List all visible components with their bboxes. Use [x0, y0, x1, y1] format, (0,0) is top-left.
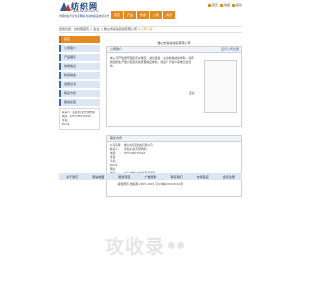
nav-tab-company[interactable]: 公司: [150, 11, 163, 19]
sidebar-item-contact[interactable]: 联系方式: [59, 90, 100, 97]
contact-header-label: 联系方式: [110, 136, 123, 140]
sidebar-contact-box: 联系人：某先生(业务部经理) 电话：0757-8877XXXX 传真： Emai…: [59, 108, 100, 130]
footer-link-register[interactable]: 会员注册: [223, 175, 235, 179]
logo-url: www.tianzhi.com.cn: [73, 10, 99, 13]
nav-tab-supply[interactable]: 供求: [137, 11, 150, 19]
footer-link-sitemap[interactable]: 网站地图: [92, 175, 104, 179]
footer-link-about[interactable]: 关于我们: [66, 175, 78, 179]
logo-slogan: 中国纺织行业专业网站 各种纺织品交易平台: [59, 15, 110, 18]
page-frame: 纺织网 www.tianzhi.com.cn 中国纺织行业专业网站 各种纺织品交…: [59, 0, 242, 197]
sidebar-item-supply[interactable]: 供求信息: [59, 63, 100, 70]
intro-more-link[interactable]: 更多: [189, 91, 195, 95]
company-photo: [204, 60, 237, 113]
watermark-dots-icon: [168, 242, 185, 249]
contact-panel: 联系方式 公司名称： 佛山市某某纺织有限公司 联系人： 某先生(业务部经理) 电话：…: [106, 135, 242, 197]
contact-header: 联系方式: [107, 136, 241, 142]
top-links: 首页 收藏 联系: [207, 3, 242, 7]
top-link-contact[interactable]: 联系: [231, 3, 242, 7]
sidebar-item-certificates[interactable]: 资质证书: [59, 81, 100, 88]
sidebar-item-news[interactable]: 新闻动态: [59, 72, 100, 79]
intro-text: 本公司严格遵守国家有关规定，诚信经营，主营各类纺织布料，具有较强的生产能力和完善…: [110, 56, 194, 68]
sidebar-item-profile[interactable]: 公司简介: [59, 45, 100, 52]
logo-mark-icon: [60, 2, 71, 12]
footer-links: 关于我们 网站地图 服务项目 广告服务 联系我们 友情链接 会员注册: [59, 173, 242, 180]
footer-link-services[interactable]: 服务项目: [118, 175, 130, 179]
sidebar-item-home[interactable]: 首页: [59, 36, 100, 43]
intro-show-all-link[interactable]: 显示公司全部: [221, 47, 239, 52]
top-nav: 首页 产品 供求 公司 商讯: [111, 11, 176, 19]
intro-header: 公司简介 显示公司全部: [107, 47, 241, 53]
sidebar: 首页 公司简介 产品展示 供求信息 新闻动态 资质证书 联系方式 留言反馈 联系…: [59, 36, 100, 130]
footer-link-contact[interactable]: 联系我们: [171, 175, 183, 179]
watermark-text: 攻收录: [105, 236, 166, 258]
sidebar-item-products[interactable]: 产品展示: [59, 54, 100, 61]
star-icon: [219, 3, 223, 7]
header: 纺织网 www.tianzhi.com.cn 中国纺织行业专业网站 各种纺织品交…: [59, 0, 242, 23]
copyright: 版权所有 纺织网 2007-2015 京ICP备XXXXXXXX号: [117, 182, 184, 186]
top-link-favorite[interactable]: 收藏: [219, 3, 230, 7]
breadcrumb-current: 公司介绍: [140, 27, 153, 31]
nav-tab-news[interactable]: 商讯: [163, 11, 176, 19]
sidebar-contact-email: Email：: [62, 123, 72, 126]
sidebar-item-feedback[interactable]: 留言反馈: [59, 99, 100, 106]
breadcrumb-trail[interactable]: 您的位置：纺织网首页 > 企业 > 佛山市某某纺织有限公司 >: [59, 27, 140, 31]
watermark: 攻收录: [105, 232, 185, 259]
top-link-home[interactable]: 首页: [207, 3, 218, 7]
footer-link-friends[interactable]: 友情链接: [197, 175, 209, 179]
site-logo[interactable]: 纺织网 www.tianzhi.com.cn 中国纺织行业专业网站 各种纺织品交…: [59, 1, 113, 19]
company-intro-panel: 公司简介 显示公司全部 本公司严格遵守国家有关规定，诚信经营，主营各类纺织布料，…: [106, 46, 242, 127]
nav-tab-home[interactable]: 首页: [111, 11, 124, 19]
breadcrumb: 您的位置：纺织网首页 > 企业 > 佛山市某某纺织有限公司 >公司介绍: [59, 26, 242, 33]
nav-tab-products[interactable]: 产品: [124, 11, 137, 19]
intro-header-label: 公司简介: [110, 47, 123, 51]
footer-link-ads[interactable]: 广告服务: [144, 175, 156, 179]
home-icon: [207, 3, 211, 7]
mail-icon: [231, 3, 235, 7]
